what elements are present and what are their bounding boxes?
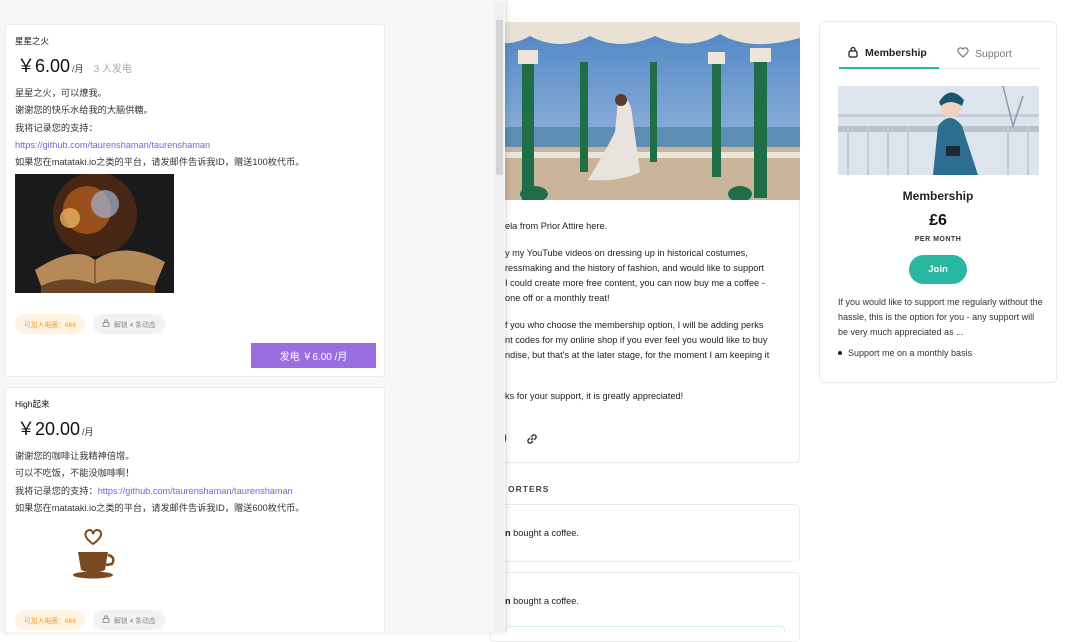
supporters-heading: ORTERS — [508, 484, 550, 494]
desc-line: 我将记录您的支持： — [15, 122, 98, 133]
tier-backers: 3 人发电 — [93, 64, 132, 75]
membership-image — [838, 86, 1039, 175]
tab-membership[interactable]: Membership — [839, 39, 939, 69]
tier-card: 星星之火 ￥6.00/月 3 人发电 星星之火，可以燎我。 谢谢您的快乐水给我的大… — [5, 24, 385, 377]
tab-support[interactable]: Support — [957, 39, 1012, 69]
about-line: ela from Prior Attire here. — [505, 221, 608, 231]
tier-price-row: ￥20.00/月 — [17, 415, 94, 441]
about-line: one off or a monthly treat! — [505, 293, 610, 303]
about-line: y my YouTube videos on dressing up in hi… — [505, 248, 748, 258]
tier-description: 星星之火，可以燎我。 谢谢您的快乐水给我的大脑供糖。 我将记录您的支持： htt… — [15, 85, 304, 171]
unlock-posts-chip: 解锁 4 条动态 — [93, 610, 165, 630]
lock-icon — [847, 46, 859, 61]
desc-line: 谢谢您的咖啡让我精神倍增。 — [15, 451, 135, 461]
desc-line: 谢谢您的快乐水给我的大脑供糖。 — [15, 105, 153, 116]
coffee-cup-icon — [72, 528, 118, 580]
link-icon[interactable] — [525, 432, 539, 451]
reply-box-edge — [505, 626, 785, 632]
tier-price: ￥6.00 — [17, 56, 71, 76]
pay-button[interactable]: 发电 ￥6.00 /月 — [251, 343, 376, 368]
tiers-panel: 星星之火 ￥6.00/月 3 人发电 星星之火，可以燎我。 谢谢您的快乐水给我的大… — [0, 0, 505, 632]
about-line: nt codes for my online shop if you ever … — [505, 335, 768, 345]
supporter-card: n bought a coffee. — [490, 504, 800, 562]
scrollbar[interactable] — [494, 2, 504, 632]
membership-price: £6 — [929, 212, 947, 229]
tier-unit: /月 — [82, 427, 94, 437]
tier-name: 星星之火 — [15, 36, 50, 46]
github-link[interactable]: https://github.com/taurenshaman/taurensh… — [15, 140, 210, 150]
desc-line: 我将记录您的支持： — [15, 485, 98, 496]
about-line: ressmaking and the history of fashion, a… — [505, 263, 764, 273]
about-section: ela from Prior Attire here. y my YouTube… — [490, 200, 800, 463]
membership-period: PER MONTH — [914, 236, 962, 243]
membership-perk: Support me on a monthly basis — [838, 348, 972, 358]
perk-label: Support me on a monthly basis — [848, 348, 973, 358]
github-link[interactable]: https://github.com/taurenshaman/taurensh… — [98, 486, 293, 496]
magic-book-image — [15, 174, 174, 293]
membership-tabs: Membership Support — [839, 39, 1039, 69]
lock-icon — [102, 319, 110, 329]
desc-line: 星星之火，可以燎我。 — [15, 88, 107, 98]
membership-description: If you would like to support me regularl… — [838, 297, 1043, 337]
about-line: I could create more free content, you ca… — [505, 278, 765, 288]
join-button[interactable]: Join — [909, 255, 967, 284]
chip-label: 解锁 4 条动态 — [114, 618, 156, 625]
creator-cover-image — [490, 22, 800, 200]
lock-icon — [102, 615, 110, 625]
desc-line: 可以不吃饭，不能没咖啡啊！ — [15, 468, 135, 479]
tier-unit: /月 — [72, 64, 84, 74]
chip-label: 可加入电圈：666 — [24, 322, 77, 329]
chip-label: 解锁 4 条动态 — [114, 322, 156, 329]
desc-line: 如果您在matataki.io之类的平台，请发邮件告诉我ID，赠送100枚代币。 — [15, 157, 305, 168]
desc-line: 如果您在matataki.io之类的平台，请发邮件告诉我ID，赠送600枚代币。 — [15, 502, 305, 513]
join-circle-chip: 可加入电圈：666 — [15, 314, 86, 334]
about-line: ks for your support, it is greatly appre… — [505, 391, 684, 401]
tab-label: Membership — [865, 47, 927, 59]
bullet-icon — [838, 351, 842, 355]
heart-icon — [957, 47, 969, 61]
about-line: ndise, but that's at the later stage, fo… — [505, 350, 770, 360]
tier-name: High起来 — [15, 399, 50, 409]
chip-label: 可加入电圈：666 — [24, 618, 77, 625]
scrollbar-thumb[interactable] — [496, 20, 503, 175]
tier-price: ￥20.00 — [17, 419, 81, 439]
supporter-action: bought a coffee. — [510, 596, 579, 606]
membership-widget: Membership Support Membership £6 PER MON… — [819, 21, 1057, 383]
join-circle-chip: 可加入电圈：666 — [15, 610, 86, 630]
tab-label: Support — [975, 48, 1012, 60]
tier-price-row: ￥6.00/月 3 人发电 — [17, 52, 132, 78]
tier-description: 谢谢您的咖啡让我精神倍增。 可以不吃饭，不能没咖啡啊！ 我将记录您的支持：htt… — [15, 448, 304, 517]
unlock-posts-chip: 解锁 4 条动态 — [93, 314, 165, 334]
membership-name: Membership — [902, 189, 974, 203]
tier-card: High起来 ￥20.00/月 谢谢您的咖啡让我精神倍增。 可以不吃饭，不能没咖… — [5, 387, 385, 632]
about-line: f you who choose the membership option, … — [505, 320, 764, 330]
supporter-action: bought a coffee. — [510, 528, 579, 538]
